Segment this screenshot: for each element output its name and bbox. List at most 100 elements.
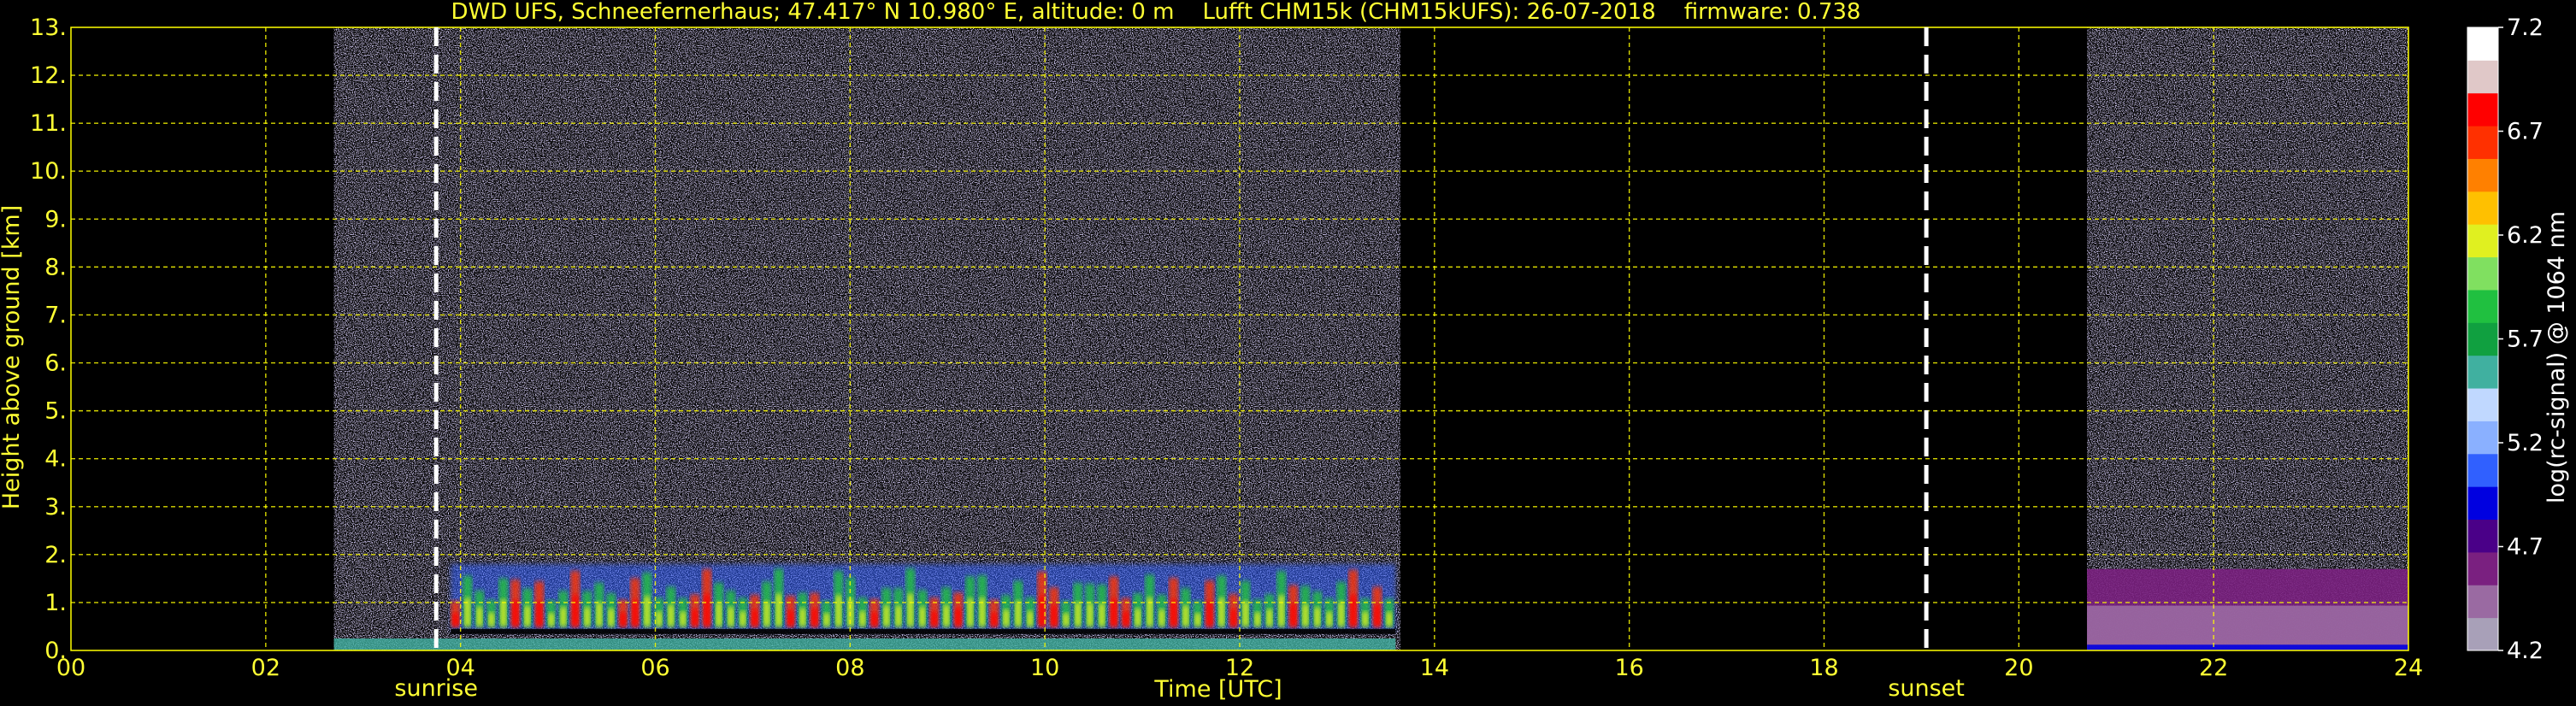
cloud-core [656,611,663,627]
colorbar-tick-label: 4.7 [2507,534,2544,561]
cloud-core [692,609,699,627]
cloud-core [632,599,639,627]
cloud-core [728,607,734,627]
colorbar-swatch [2467,519,2498,553]
x-tick-label: 02 [251,655,280,681]
cloud-core [620,612,627,627]
cloud-core [907,593,914,627]
x-tick-label: 18 [1809,655,1838,681]
y-tick-label: 5. [44,398,67,425]
surface-layer [333,638,1396,650]
data-layer [333,27,2408,650]
night-layer-core [2087,605,2408,650]
cloud-core [919,606,926,627]
cloud-core [1075,602,1082,627]
cloud-core [668,604,675,627]
cloud-core [1206,601,1213,627]
cloud-core [1326,611,1333,627]
x-tick-label: 16 [1614,655,1643,681]
x-tick-label: 22 [2199,655,2228,681]
colorbar-swatch [2467,27,2498,61]
x-tick-label: 24 [2394,655,2423,681]
attenuation-band [451,628,1396,634]
cloud-core [488,612,495,627]
x-tick-label: 14 [1420,655,1449,681]
cloud-core [644,596,651,627]
chart-title: DWD UFS, Schneefernerhaus; 47.417° N 10.… [451,0,1861,25]
chart-svg: sunrise sunset 00 02 04 06 08 10 12 14 16 18 20 22 24… [0,0,2576,706]
x-tick-label: 20 [2004,655,2033,681]
cloud-core [1039,595,1046,627]
colorbar-swatch [2467,388,2498,421]
cloud-core [1254,612,1261,627]
cloud-core [943,604,950,627]
cloud-core [1147,597,1153,627]
cloud-core [1158,609,1165,627]
colorbar-swatch [2467,453,2498,487]
cloud-core [859,610,866,627]
y-tick-label: 3. [44,494,67,521]
y-tick-label: 4. [44,446,67,473]
cloud-core [1135,608,1141,627]
x-axis-label: Time [UTC] [1153,676,1282,703]
colorbar-tick-label: 6.7 [2507,119,2544,145]
cloud-core [1099,603,1105,627]
cloud-core [1266,609,1273,627]
night-surface [2087,644,2408,650]
cloud-core [608,608,615,627]
signal-speckle-1 [2087,27,2408,650]
y-tick-label: 9. [44,206,67,232]
cloud-core [823,613,830,627]
colorbar-tick-label: 4.2 [2507,638,2544,664]
cloud-core [680,611,687,627]
colorbar-tick-label: 5.2 [2507,430,2544,456]
colorbar-swatch [2467,486,2498,521]
cloud-core [476,607,483,627]
cloud-core [704,593,710,627]
colorbar-swatch [2467,191,2498,225]
y-tick-label: 2. [44,542,67,568]
colorbar-tick-label: 7.2 [2507,15,2544,41]
cloud-core [1302,603,1309,627]
x-tick-label: 08 [835,655,864,681]
cloud-core [1027,610,1034,627]
x-tick-label: 10 [1030,655,1059,681]
colorbar-label: log(rc-signal) @ 1064 nm [2544,211,2570,503]
cloud-core [1242,601,1249,627]
cloud-core [871,612,878,627]
cloud-core [799,608,806,627]
sunset-label: sunset [1888,675,1965,702]
cloud-core [1194,613,1201,627]
cloud-core [1051,604,1058,627]
y-tick-label: 0. [44,638,67,664]
cloud-core [536,601,543,627]
cloud-core [500,599,507,627]
colorbar-swatch [2467,551,2498,585]
y-tick-label: 11. [30,110,67,137]
colorbar-swatch [2467,322,2498,356]
colorbar-swatch [2467,289,2498,323]
cloud-core [931,611,938,627]
cloud-core [1182,605,1189,627]
y-tick-label: 10. [30,158,67,185]
y-tick-label: 13. [30,15,67,41]
ceilometer-plot: sunrise sunset 00 02 04 06 08 10 12 14 16 18 20 22 24… [0,0,2576,706]
y-tick-label: 12. [30,62,67,89]
cloud-core [1003,609,1010,627]
cloud-core [1123,611,1129,627]
cloud-core [835,595,842,627]
colorbar-swatch [2467,355,2498,389]
cloud-core [775,593,782,627]
cloud-core [1290,603,1297,627]
cloud-core [740,611,746,627]
colorbar-swatch [2467,60,2498,94]
y-tick-label: 8. [44,254,67,280]
colorbar-swatch [2467,224,2498,258]
cloud-core [572,595,579,627]
cloud-core [883,605,890,627]
y-tick-label: 1. [44,590,67,616]
cloud-core [1063,613,1070,627]
colorbar-swatch [2467,421,2498,455]
cloud-core [524,605,531,627]
colorbar-swatch [2467,92,2498,126]
